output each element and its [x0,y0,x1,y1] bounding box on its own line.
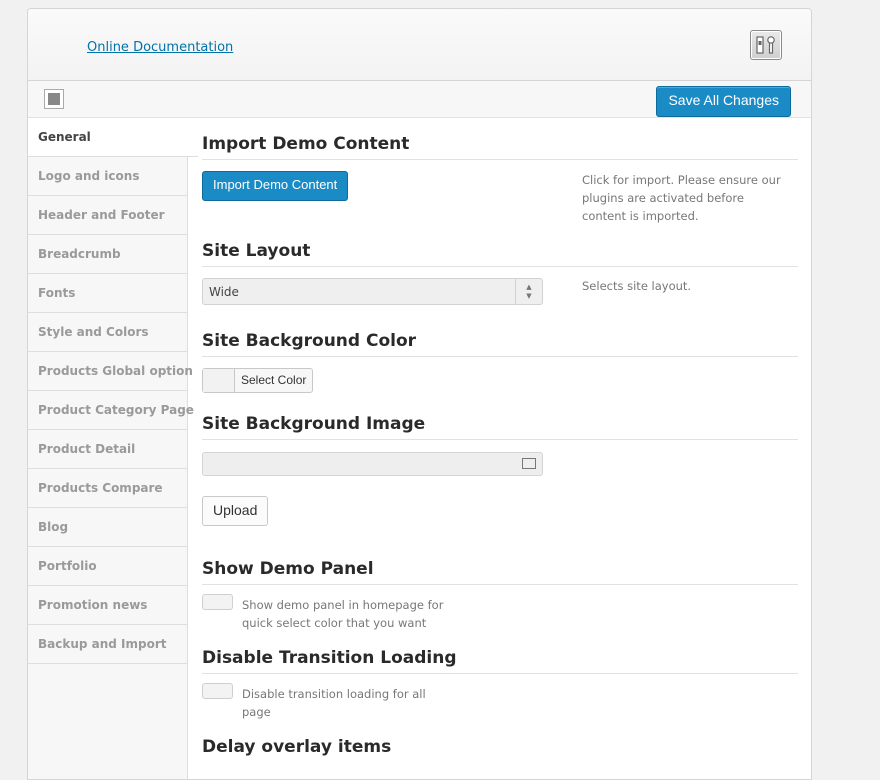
bg-image-input[interactable] [202,452,543,476]
sidebar-item-product-detail[interactable]: Product Detail [28,430,187,469]
sidebar-item-header-and-footer[interactable]: Header and Footer [28,196,187,235]
sidebar-item-promotion-news[interactable]: Promotion news [28,586,187,625]
select-color-button[interactable]: Select Color [202,368,314,393]
sidebar-item-breadcrumb[interactable]: Breadcrumb [28,235,187,274]
transition-description: Disable transition loading for all page [242,687,426,719]
bg-image-title: Site Background Image [202,414,798,440]
bg-color-title: Site Background Color [202,331,798,357]
transition-title: Disable Transition Loading [202,648,798,674]
site-layout-description: Selects site layout. [582,279,692,293]
save-all-changes-button[interactable]: Save All Changes [656,86,791,117]
import-demo-description: Click for import. Please ensure our plug… [582,173,781,223]
color-swatch [203,369,235,392]
transition-toggle[interactable] [202,683,233,699]
expand-icon[interactable] [44,89,64,109]
sidebar-item-products-compare[interactable]: Products Compare [28,469,187,508]
sidebar-item-fonts[interactable]: Fonts [28,274,187,313]
sidebar-item-blog[interactable]: Blog [28,508,187,547]
sidebar-item-portfolio[interactable]: Portfolio [28,547,187,586]
sidebar-item-general[interactable]: General [28,118,198,157]
sidebar: General Logo and icons Header and Footer… [28,118,198,779]
sidebar-item-style-and-colors[interactable]: Style and Colors [28,313,187,352]
main-content: Import Demo Content Import Demo Content … [202,118,798,779]
import-demo-title: Import Demo Content [202,134,798,160]
sidebar-item-product-category-page[interactable]: Product Category Page [28,391,194,430]
demo-panel-toggle[interactable] [202,594,233,610]
site-layout-value: Wide [209,285,239,299]
overlay-title: Delay overlay items [202,737,392,757]
tools-icon [756,36,775,54]
media-icon [522,458,536,469]
select-color-label: Select Color [241,373,307,387]
sidebar-item-logo-and-icons[interactable]: Logo and icons [28,157,187,196]
demo-panel-title: Show Demo Panel [202,559,798,585]
toolbar: Save All Changes [28,81,811,118]
select-arrows-icon: ▲ ▼ [515,279,542,304]
panel-header: Online Documentation [28,9,811,81]
theme-options-icon [750,30,782,60]
site-layout-select[interactable]: Wide ▲ ▼ [202,278,543,305]
sidebar-item-backup-and-import[interactable]: Backup and Import [28,625,187,664]
sidebar-item-products-global-option[interactable]: Products Global option [28,352,193,391]
online-documentation-link[interactable]: Online Documentation [87,40,233,55]
import-demo-button[interactable]: Import Demo Content [202,171,349,201]
options-panel: Online Documentation Save All Changes Ge… [27,8,812,780]
site-layout-title: Site Layout [202,241,798,267]
upload-button[interactable]: Upload [202,496,269,526]
demo-panel-description: Show demo panel in homepage for quick se… [242,598,444,630]
